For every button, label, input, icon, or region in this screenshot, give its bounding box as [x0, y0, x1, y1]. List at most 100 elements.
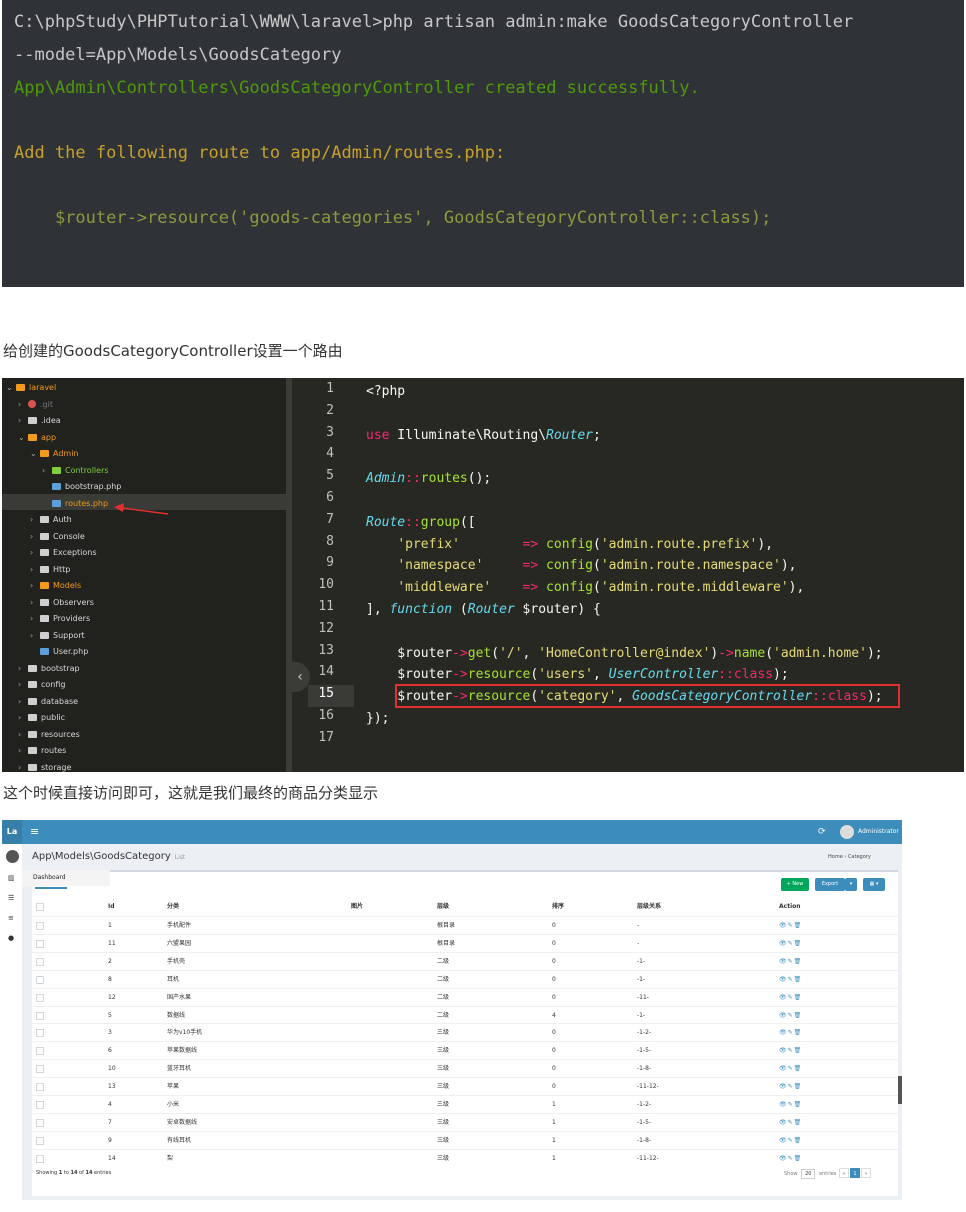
next-page-button[interactable]: » [861, 1168, 871, 1178]
side-tab-handle[interactable] [898, 1076, 902, 1104]
col-id[interactable]: Id [108, 898, 115, 916]
tree-item[interactable]: › Models [30, 578, 81, 594]
tree-caret-icon[interactable]: › [18, 413, 28, 429]
tree-scrollbar[interactable] [286, 378, 292, 772]
export-dropdown-button[interactable]: ▾ [845, 878, 857, 891]
tree-item[interactable]: › resources [18, 727, 80, 743]
code-line[interactable]: Admin::routes(); [366, 468, 491, 490]
row-action-icons[interactable]: 👁✎🗑 [779, 1114, 802, 1132]
row-action-icons[interactable]: 👁✎🗑 [779, 1007, 802, 1025]
tree-item[interactable]: ⌄ laravel [6, 380, 56, 396]
tree-item[interactable]: ⌄ Admin [30, 446, 79, 462]
tree-caret-icon[interactable]: › [18, 743, 28, 759]
row-checkbox[interactable] [36, 1047, 44, 1056]
row-action-icons[interactable]: 👁✎🗑 [779, 1150, 802, 1168]
tree-caret-icon[interactable]: › [18, 727, 28, 743]
tree-item[interactable]: › public [18, 710, 65, 726]
tree-item[interactable]: › routes [18, 743, 66, 759]
new-button[interactable]: + New [781, 878, 809, 891]
tree-item[interactable]: › .git [18, 397, 53, 413]
code-line[interactable]: <?php [366, 381, 405, 403]
row-checkbox[interactable] [36, 1118, 44, 1127]
tree-item[interactable]: › Support [30, 628, 85, 644]
row-checkbox[interactable] [36, 1011, 44, 1020]
row-checkbox[interactable] [36, 1101, 44, 1109]
menu-icon[interactable]: ≡ [8, 914, 16, 922]
row-action-icons[interactable]: 👁✎🗑 [779, 1132, 802, 1150]
page-1-button[interactable]: 1 [850, 1168, 860, 1178]
export-button[interactable]: Export [815, 878, 845, 891]
tree-caret-icon[interactable]: › [42, 463, 52, 479]
tree-item[interactable]: User.php [30, 644, 88, 660]
tree-caret-icon[interactable]: › [30, 628, 40, 644]
tree-item[interactable]: bootstrap.php [42, 479, 121, 495]
tree-item[interactable]: › database [18, 694, 78, 710]
row-action-icons[interactable]: 👁✎🗑 [779, 935, 802, 953]
tree-item[interactable]: › Http [30, 562, 70, 578]
tree-item[interactable]: › .idea [18, 413, 61, 429]
row-action-icons[interactable]: 👁✎🗑 [779, 1096, 802, 1114]
user-name[interactable]: Administrator [858, 820, 899, 844]
tree-item[interactable]: › storage [18, 760, 71, 773]
tree-caret-icon[interactable]: › [18, 694, 28, 710]
tree-item[interactable]: ⌄ app [18, 430, 56, 446]
code-line[interactable]: 'namespace' => config('admin.route.names… [366, 555, 796, 577]
tree-caret-icon[interactable]: › [30, 529, 40, 545]
row-action-icons[interactable]: 👁✎🗑 [779, 971, 802, 989]
tree-caret-icon[interactable]: › [18, 760, 28, 773]
row-action-icons[interactable]: 👁✎🗑 [779, 1078, 802, 1096]
row-checkbox[interactable] [36, 939, 44, 948]
tree-item[interactable]: › Exceptions [30, 545, 97, 561]
tree-item[interactable]: routes.php [42, 496, 108, 512]
app-logo[interactable]: La [2, 820, 22, 844]
select-all-checkbox[interactable] [36, 903, 44, 911]
row-action-icons[interactable]: 👁✎🗑 [779, 917, 802, 935]
row-checkbox[interactable] [36, 1065, 44, 1074]
row-action-icons[interactable]: 👁✎🗑 [779, 1024, 802, 1042]
page-size-select[interactable]: 20 [801, 1169, 816, 1179]
tree-item[interactable]: › Providers [30, 611, 90, 627]
tree-item[interactable]: › bootstrap [18, 661, 80, 677]
code-line[interactable]: }); [366, 708, 389, 730]
breadcrumb[interactable]: Home › Category [828, 854, 871, 860]
code-line[interactable]: use Illuminate\Routing\Router; [366, 425, 601, 447]
tree-caret-icon[interactable]: ⌄ [6, 380, 16, 396]
row-action-icons[interactable]: 👁✎🗑 [779, 1060, 802, 1078]
code-line[interactable]: $router->get('/', 'HomeController@index'… [366, 643, 882, 665]
tree-item[interactable]: › Controllers [42, 463, 109, 479]
row-action-icons[interactable]: 👁✎🗑 [779, 1042, 802, 1060]
row-checkbox[interactable] [36, 1029, 44, 1038]
tree-caret-icon[interactable]: › [30, 595, 40, 611]
code-line[interactable]: ], function (Router $router) { [366, 599, 601, 621]
row-checkbox[interactable] [36, 1136, 44, 1145]
tree-caret-icon[interactable]: › [18, 677, 28, 693]
tree-caret-icon[interactable]: › [30, 545, 40, 561]
tree-caret-icon[interactable]: ⌄ [18, 430, 28, 446]
tree-item[interactable]: › Observers [30, 595, 94, 611]
code-line[interactable]: 'middleware' => config('admin.route.midd… [366, 577, 804, 599]
code-line[interactable]: 'prefix' => config('admin.route.prefix')… [366, 534, 773, 556]
columns-button[interactable]: ▦ ▾ [863, 878, 885, 891]
code-line[interactable]: Route::group([ [366, 512, 476, 534]
row-checkbox[interactable] [36, 1083, 44, 1092]
tree-caret-icon[interactable]: › [30, 611, 40, 627]
user-avatar[interactable] [840, 825, 854, 839]
refresh-icon[interactable]: ⟳ [818, 820, 826, 844]
row-checkbox[interactable] [36, 975, 44, 984]
row-action-icons[interactable]: 👁✎🗑 [779, 989, 802, 1007]
tree-caret-icon[interactable]: › [30, 512, 40, 528]
prev-page-button[interactable]: « [839, 1168, 849, 1178]
dashboard-icon[interactable]: ▥ [8, 874, 16, 882]
bullet-icon[interactable]: ● [8, 934, 16, 942]
tree-item[interactable]: › Console [30, 529, 85, 545]
menu-toggle-icon[interactable]: ≡ [30, 820, 39, 844]
tree-item[interactable]: › Auth [30, 512, 72, 528]
row-checkbox[interactable] [36, 993, 44, 1002]
tree-caret-icon[interactable]: › [18, 661, 28, 677]
row-checkbox[interactable] [36, 922, 44, 930]
tree-item[interactable]: › config [18, 677, 65, 693]
tree-caret-icon[interactable]: › [30, 578, 40, 594]
tree-caret-icon[interactable]: ⌄ [30, 446, 40, 462]
tree-caret-icon[interactable]: › [30, 562, 40, 578]
list-icon[interactable]: ☰ [8, 894, 16, 902]
